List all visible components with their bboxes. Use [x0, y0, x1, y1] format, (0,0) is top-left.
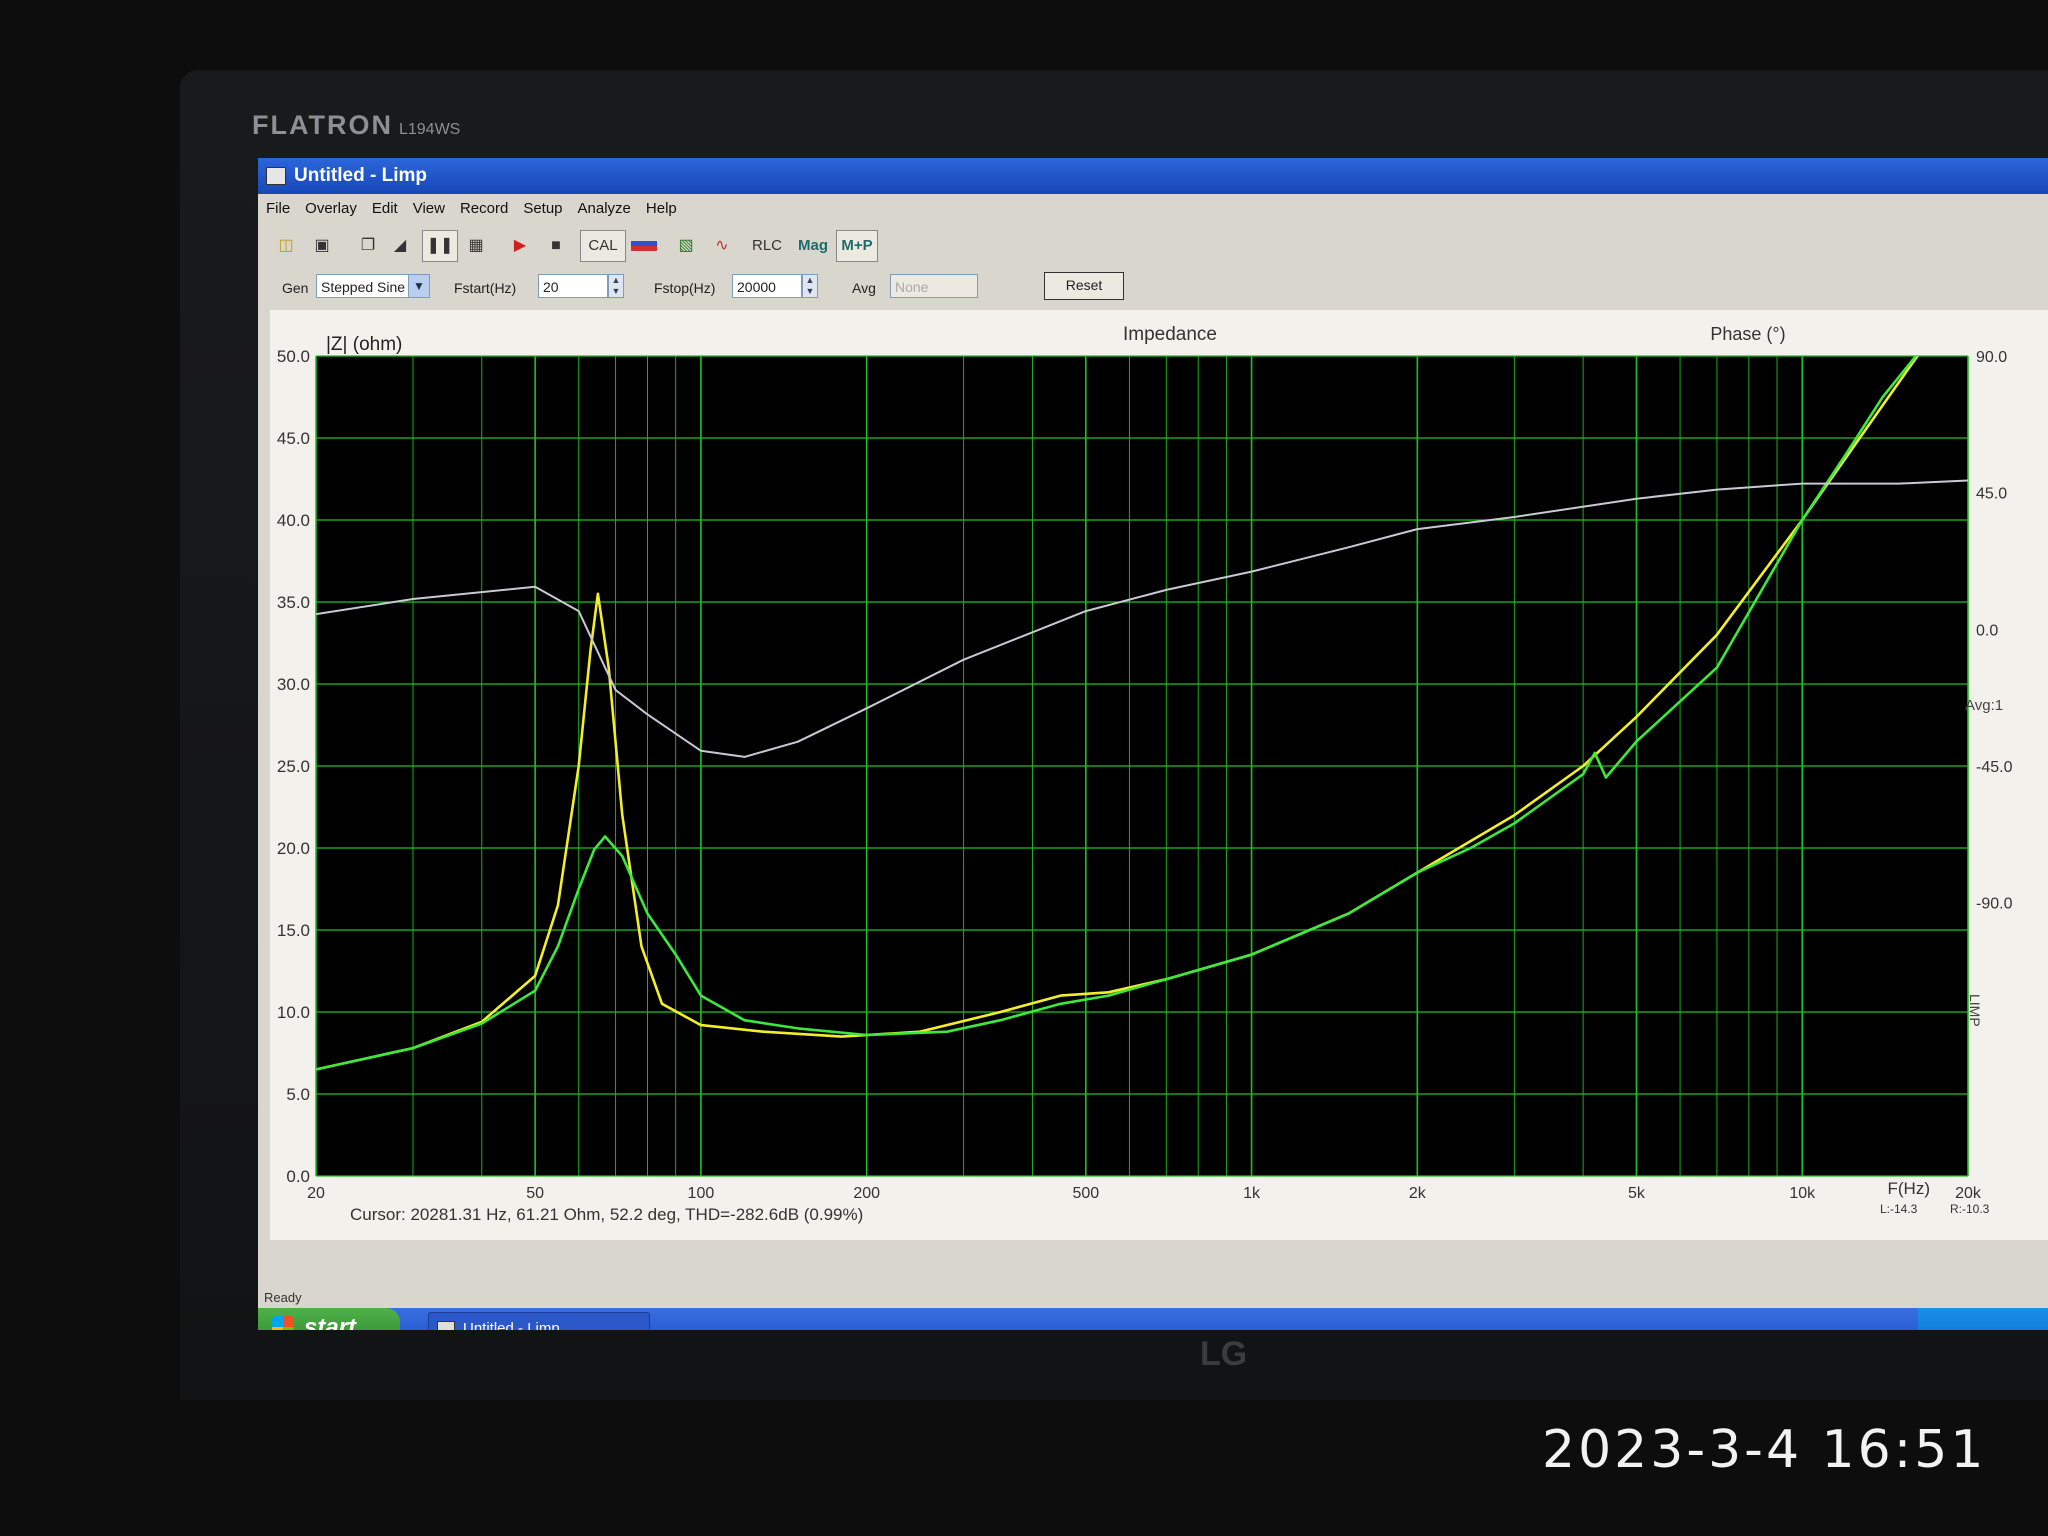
- left-level-readout: L:-14.3: [1880, 1202, 1918, 1216]
- chart-title: Impedance: [1123, 324, 1217, 345]
- x-tick-label: 1k: [1243, 1185, 1261, 1202]
- hatch-icon[interactable]: ▧: [668, 230, 704, 262]
- menu-overlay[interactable]: Overlay: [297, 194, 364, 217]
- y-tick-label: 25.0: [277, 757, 310, 776]
- avg-label: Avg: [852, 280, 876, 296]
- taskbar-item-limp[interactable]: Untitled - Limp: [428, 1312, 650, 1330]
- color-bars-icon[interactable]: [626, 230, 662, 262]
- wave-icon[interactable]: ∿: [704, 230, 740, 262]
- mag-phase-button[interactable]: M+P: [836, 230, 878, 262]
- y2-axis-label: Phase (°): [1710, 324, 1785, 344]
- window-title: Untitled - Limp: [294, 165, 427, 186]
- play-icon[interactable]: ▶: [502, 230, 538, 262]
- chevron-down-icon[interactable]: ▼: [408, 274, 430, 298]
- y-tick-label: 0.0: [286, 1167, 310, 1186]
- avg-readout: Avg:1: [1965, 697, 2003, 714]
- y-tick-label: 5.0: [286, 1085, 310, 1104]
- toolbar: ◫ ▣ ❐ ◢ ❚❚ ▦ ▶ ■ CAL ▧ ∿ RLC Mag M+P: [258, 224, 2048, 268]
- fstop-label: Fstop(Hz): [654, 280, 716, 296]
- menu-analyze[interactable]: Analyze: [570, 194, 638, 217]
- photo-timestamp: 2023-3-4 16:51: [1542, 1420, 1987, 1480]
- impedance-chart[interactable]: Impedance |Z| (ohm) Phase (°) F(Hz) 20 50…: [270, 310, 2048, 1240]
- gen-label: Gen: [282, 280, 309, 296]
- stop-icon[interactable]: ■: [538, 230, 574, 262]
- mag-button[interactable]: Mag: [792, 230, 834, 262]
- menu-view[interactable]: View: [405, 194, 452, 217]
- x-tick-label: 500: [1072, 1185, 1099, 1202]
- copy-icon[interactable]: ❐: [350, 230, 386, 262]
- y2-tick-label: 45.0: [1976, 486, 2007, 503]
- menu-edit[interactable]: Edit: [364, 194, 405, 217]
- x-tick-label: 100: [688, 1185, 715, 1202]
- right-level-readout: R:-10.3: [1950, 1202, 1990, 1216]
- x-tick-label: 20k: [1955, 1185, 1982, 1202]
- windows-logo-icon: [272, 1316, 294, 1330]
- cursor-readout: Cursor: 20281.31 Hz, 61.21 Ohm, 52.2 deg…: [350, 1205, 863, 1224]
- cal-button[interactable]: CAL: [580, 230, 626, 262]
- menu-help[interactable]: Help: [638, 194, 684, 217]
- y-tick-label: 45.0: [277, 429, 310, 448]
- x-tick-label: 20: [307, 1185, 325, 1202]
- y-axis-label: |Z| (ohm): [326, 334, 402, 355]
- pause-icon[interactable]: ❚❚: [422, 230, 458, 262]
- save-icon[interactable]: ▣: [304, 230, 340, 262]
- reset-button[interactable]: Reset: [1044, 272, 1124, 300]
- x-tick-label: 50: [526, 1185, 544, 1202]
- y2-tick-label: -90.0: [1976, 896, 2013, 913]
- fstop-spinner-icon[interactable]: ▲ ▼: [802, 274, 818, 298]
- window-titlebar[interactable]: Untitled - Limp: [258, 158, 2048, 194]
- menu-bar: File Overlay Edit View Record Setup Analyze Hel…: [258, 194, 2048, 224]
- x-tick-label: 200: [853, 1185, 880, 1202]
- x-tick-label: 5k: [1628, 1185, 1646, 1202]
- app-icon: [437, 1321, 455, 1330]
- fstart-label: Fstart(Hz): [454, 280, 517, 296]
- monitor-brand: FLATRON L194WS: [252, 110, 461, 140]
- y-tick-label: 30.0: [277, 675, 310, 694]
- monitor-logo: LG: [1200, 1335, 1248, 1373]
- start-button[interactable]: start: [258, 1308, 400, 1330]
- x-tick-label: 2k: [1409, 1185, 1427, 1202]
- menu-file[interactable]: File: [258, 194, 297, 217]
- x-axis-label: F(Hz): [1888, 1179, 1930, 1198]
- y-tick-label: 15.0: [277, 921, 310, 940]
- y-tick-label: 10.0: [277, 1003, 310, 1022]
- y2-tick-label: 0.0: [1976, 622, 1998, 639]
- status-text: Ready: [264, 1290, 302, 1305]
- y-tick-label: 40.0: [277, 511, 310, 530]
- y-tick-label: 50.0: [277, 347, 310, 366]
- fstart-input[interactable]: 20: [538, 274, 608, 298]
- fstart-spinner-icon[interactable]: ▲ ▼: [608, 274, 624, 298]
- avg-select[interactable]: None: [890, 274, 978, 298]
- screen: Untitled - Limp File Overlay Edit View Recor…: [258, 158, 2048, 1330]
- grid-table-icon[interactable]: ▦: [458, 230, 494, 262]
- y-tick-label: 35.0: [277, 593, 310, 612]
- rlc-button[interactable]: RLC: [746, 230, 788, 262]
- menu-setup[interactable]: Setup: [515, 194, 569, 217]
- y-tick-label: 20.0: [277, 839, 310, 858]
- plot-panel: Impedance |Z| (ohm) Phase (°) F(Hz) 20 50…: [270, 310, 2048, 1240]
- y2-tick-label: -45.0: [1976, 759, 2013, 776]
- x-tick-label: 10k: [1789, 1185, 1816, 1202]
- y2-tick-label: 90.0: [1976, 349, 2007, 366]
- fstop-input[interactable]: 20000: [732, 274, 802, 298]
- app-icon: [266, 166, 286, 185]
- open-folder-icon[interactable]: ◫: [268, 230, 304, 262]
- menu-record[interactable]: Record: [452, 194, 515, 217]
- taskbar: start Untitled - Limp: [258, 1308, 2048, 1330]
- system-tray: [1918, 1308, 2048, 1330]
- limp-vertical-label: LIMP: [1967, 994, 1983, 1027]
- cursor-tool-icon[interactable]: ◢: [382, 230, 418, 262]
- control-bar: Gen Stepped Sine ▼ Fstart(Hz) 20 ▲ ▼ Fsto…: [258, 270, 2048, 306]
